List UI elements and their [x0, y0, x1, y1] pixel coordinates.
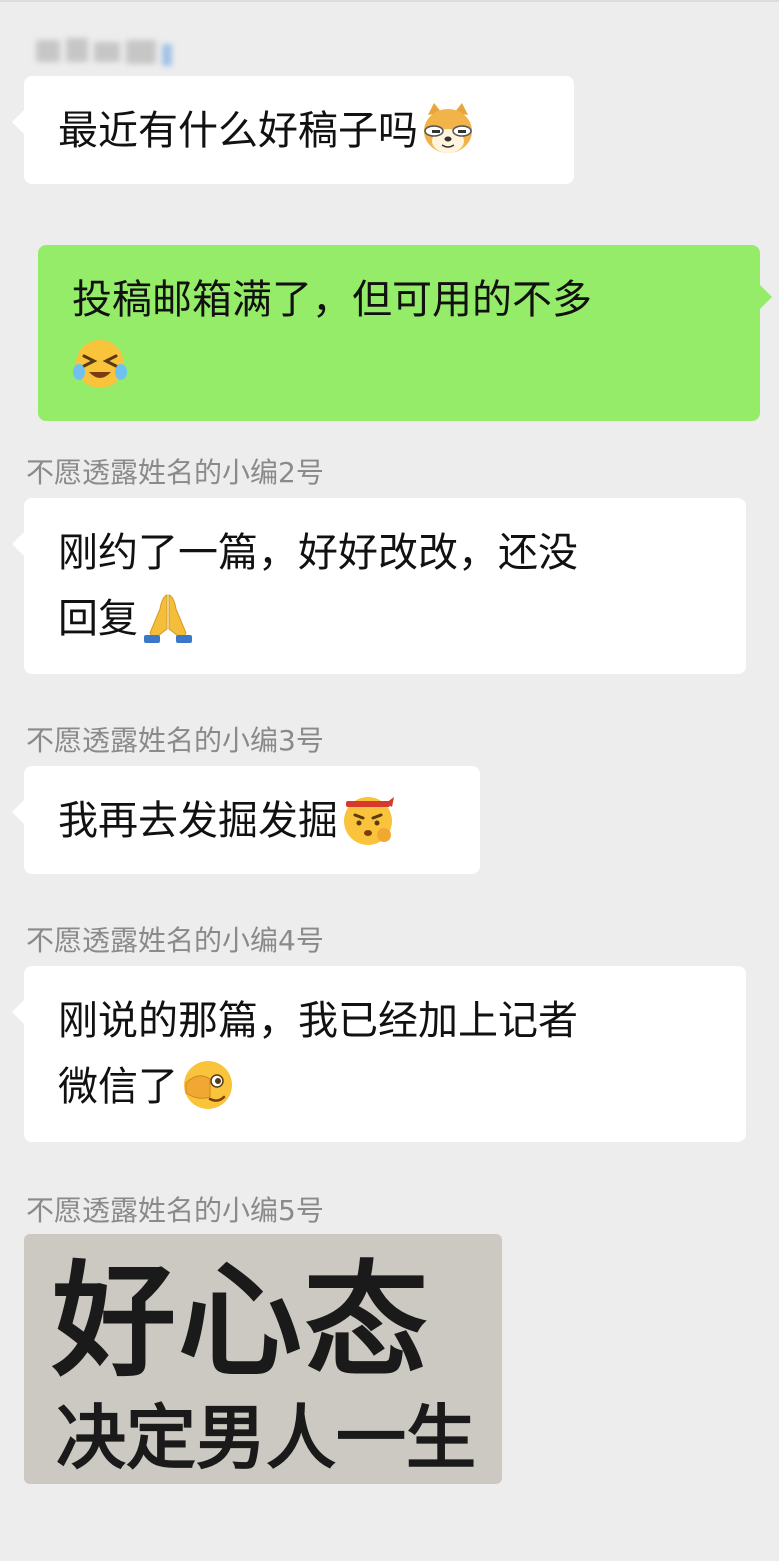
sender-name: 不愿透露姓名的小编2号 [26, 456, 324, 489]
message-text: 刚说的那篇，我已经加上记者 [58, 998, 578, 1044]
blurred-sender-name [32, 34, 182, 68]
message-text: 我再去发掘发掘 [58, 788, 480, 854]
meme-image[interactable]: 好心态 决定男人一生 [24, 1234, 502, 1484]
top-divider [0, 0, 779, 2]
message-bubble-2[interactable]: 投稿邮箱满了，但可用的不多 [38, 245, 772, 421]
message-text: 最近有什么好稿子吗 [58, 98, 574, 164]
message-bubble-4[interactable]: 我再去发掘发掘 [12, 766, 480, 874]
meme-text-sub: 决定男人一生 [56, 1396, 476, 1479]
determined-face-with-headband-icon [340, 791, 396, 847]
doge-dog-face-icon [420, 101, 476, 157]
message-bubble-5[interactable]: 刚说的那篇，我已经加上记者 微信了 [12, 966, 746, 1142]
message-text: 投稿邮箱满了，但可用的不多 [72, 277, 592, 323]
message-bubble-3[interactable]: 刚约了一篇，好好改改，还没 回复 [12, 498, 746, 674]
meme-text-main: 好心态 [52, 1249, 431, 1394]
message-text-line-2: 回复 [58, 586, 746, 652]
message-bubble-1[interactable]: 最近有什么好稿子吗 [12, 76, 574, 184]
crying-laughing-face-icon [72, 336, 128, 392]
message-text-line-2 [72, 333, 760, 399]
message-text-line-2: 微信了 [58, 1054, 746, 1120]
sender-name: 不愿透露姓名的小编5号 [26, 1194, 324, 1227]
sender-name: 不愿透露姓名的小编4号 [26, 924, 324, 957]
sender-name: 不愿透露姓名的小编3号 [26, 724, 324, 757]
folded-hands-icon [140, 589, 196, 645]
message-text: 刚约了一篇，好好改改，还没 [58, 530, 578, 576]
peeking-face-icon [180, 1057, 236, 1113]
